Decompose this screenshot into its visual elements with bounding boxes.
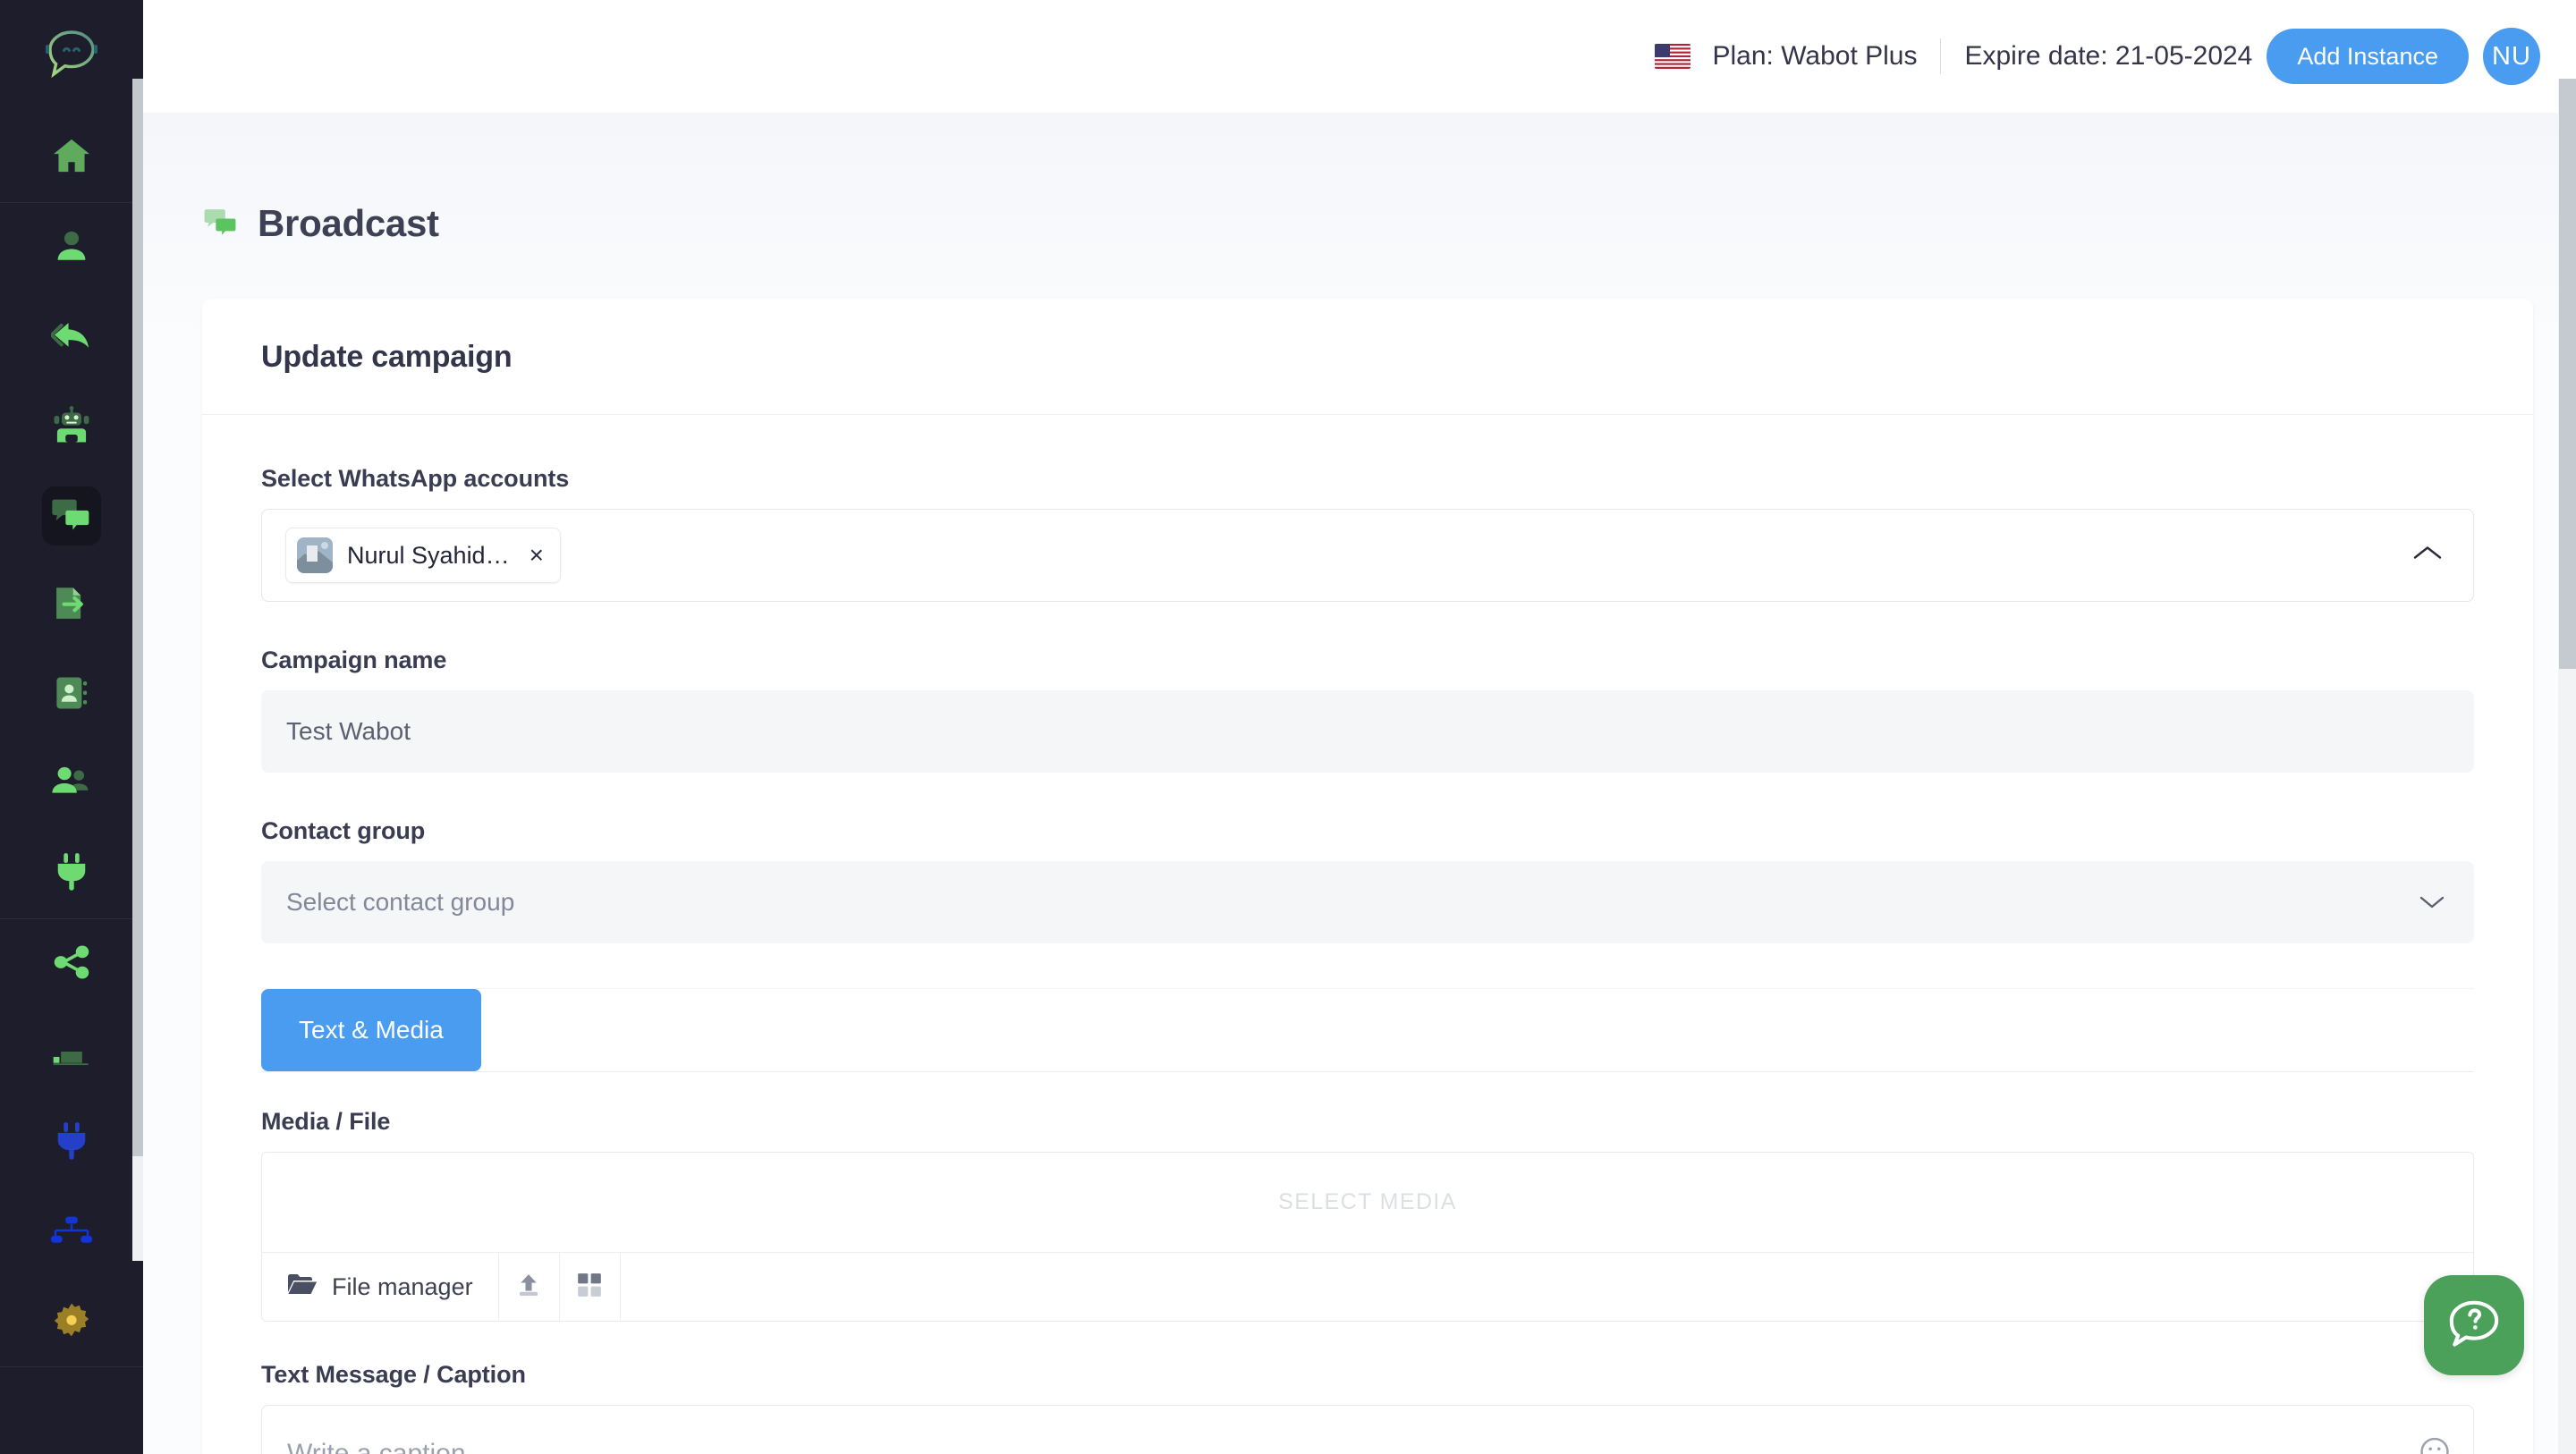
media-file-label: Media / File bbox=[261, 1108, 391, 1135]
broadcast-chat-icon bbox=[52, 496, 91, 537]
folder-open-icon bbox=[287, 1272, 318, 1302]
sidebar-item-groups[interactable] bbox=[0, 740, 143, 829]
caption-input[interactable]: Write a caption bbox=[261, 1405, 2474, 1454]
plan-label: Plan: Wabot Plus bbox=[1712, 41, 1918, 71]
sidebar-item-settings[interactable] bbox=[0, 1277, 143, 1366]
sidebar-nav bbox=[0, 113, 143, 1454]
sidebar bbox=[0, 0, 143, 1454]
chevron-up-icon[interactable] bbox=[2412, 545, 2443, 567]
message-type-tabs: Text & Media bbox=[261, 988, 2474, 1072]
sidebar-item-chatbot[interactable] bbox=[0, 382, 143, 471]
upload-button[interactable] bbox=[499, 1253, 560, 1321]
tab-text-and-media[interactable]: Text & Media bbox=[261, 989, 481, 1071]
avatar[interactable]: NU bbox=[2483, 28, 2540, 85]
sidebar-item-home[interactable] bbox=[0, 113, 143, 202]
sidebar-group-advanced bbox=[0, 919, 143, 1367]
reply-icon bbox=[49, 318, 92, 357]
plug-blue-icon bbox=[54, 1121, 89, 1165]
media-toolbar-filler bbox=[621, 1253, 2473, 1321]
sidebar-item-broadcast[interactable] bbox=[0, 471, 143, 561]
media-dropzone[interactable]: SELECT MEDIA bbox=[262, 1153, 2473, 1253]
robot-icon bbox=[52, 405, 91, 448]
grid-view-button[interactable] bbox=[560, 1253, 621, 1321]
sidebar-item-api[interactable] bbox=[0, 1098, 143, 1188]
address-book-icon bbox=[53, 674, 90, 716]
support-chat-button[interactable] bbox=[2424, 1275, 2524, 1375]
header-divider bbox=[1940, 38, 1942, 74]
contact-group-select[interactable]: Select contact group bbox=[261, 861, 2474, 943]
account-chip[interactable]: Nurul Syahid… × bbox=[285, 528, 561, 583]
media-file-box: SELECT MEDIA File manager bbox=[261, 1152, 2474, 1322]
expire-date-label: Expire date: 21-05-2024 bbox=[1964, 41, 2253, 71]
chevron-down-icon[interactable] bbox=[2419, 888, 2445, 917]
page-scrollbar-track[interactable] bbox=[2558, 79, 2576, 1454]
media-toolbar: File manager bbox=[262, 1253, 2473, 1321]
file-manager-button[interactable]: File manager bbox=[262, 1253, 499, 1321]
share-nodes-icon bbox=[52, 944, 91, 985]
card-heading: Update campaign bbox=[261, 340, 513, 374]
campaign-name-input[interactable]: Test Wabot bbox=[261, 690, 2474, 773]
sidebar-item-webhook[interactable] bbox=[0, 919, 143, 1009]
chat-question-icon bbox=[2446, 1297, 2502, 1355]
page-title-row: Broadcast bbox=[143, 113, 2576, 245]
sidebar-scrollbar-track[interactable] bbox=[132, 79, 143, 1261]
file-export-icon bbox=[52, 585, 91, 627]
close-icon[interactable]: × bbox=[530, 543, 544, 568]
plug-green-icon bbox=[54, 852, 89, 896]
page-title: Broadcast bbox=[258, 202, 439, 244]
sidebar-item-autoreply[interactable] bbox=[0, 292, 143, 382]
contact-group-value: Select contact group bbox=[286, 888, 515, 916]
broadcast-chat-icon bbox=[204, 207, 238, 241]
sitemap-icon bbox=[50, 1214, 93, 1251]
file-manager-label: File manager bbox=[332, 1272, 473, 1300]
add-instance-button[interactable]: Add Instance bbox=[2267, 29, 2469, 84]
app-root: Plan: Wabot Plus Expire date: 21-05-2024… bbox=[0, 0, 2576, 1454]
caption-label: Text Message / Caption bbox=[261, 1361, 526, 1388]
emoji-smiley-icon[interactable] bbox=[2419, 1437, 2450, 1454]
media-placeholder: SELECT MEDIA bbox=[1278, 1189, 1457, 1214]
sidebar-item-sitemap[interactable] bbox=[0, 1188, 143, 1277]
bar-chart-icon bbox=[52, 1037, 91, 1070]
users-group-icon bbox=[50, 765, 93, 805]
sidebar-item-reports[interactable] bbox=[0, 1009, 143, 1098]
campaign-name-label: Campaign name bbox=[261, 647, 447, 673]
sidebar-group-main bbox=[0, 113, 143, 203]
main-content: Broadcast Update campaign Select WhatsAp… bbox=[143, 113, 2576, 1454]
campaign-name-value: Test Wabot bbox=[286, 717, 411, 745]
card-body: Select WhatsApp accounts Nurul Syahid… ×… bbox=[202, 415, 2533, 1454]
account-chip-name: Nurul Syahid… bbox=[347, 541, 510, 569]
sidebar-scrollbar-thumb[interactable] bbox=[132, 79, 143, 1156]
sidebar-item-phonebook[interactable] bbox=[0, 650, 143, 740]
page-scrollbar-thumb[interactable] bbox=[2559, 79, 2576, 669]
caption-placeholder: Write a caption bbox=[287, 1439, 466, 1454]
user-icon bbox=[53, 227, 90, 269]
home-icon bbox=[51, 138, 92, 178]
avatar bbox=[297, 537, 333, 573]
sidebar-item-integration[interactable] bbox=[0, 829, 143, 918]
upload-icon bbox=[515, 1272, 542, 1303]
chat-bubble-logo-icon bbox=[42, 27, 101, 87]
gear-icon bbox=[53, 1301, 90, 1343]
whatsapp-accounts-select[interactable]: Nurul Syahid… × bbox=[261, 509, 2474, 602]
tabs-filler bbox=[481, 989, 2474, 1071]
us-flag-icon bbox=[1655, 44, 1691, 69]
update-campaign-card: Update campaign Select WhatsApp accounts bbox=[202, 299, 2533, 1454]
card-header: Update campaign bbox=[202, 299, 2533, 415]
sidebar-logo[interactable] bbox=[0, 0, 143, 113]
sidebar-group-tools bbox=[0, 203, 143, 919]
sidebar-item-contacts[interactable] bbox=[0, 203, 143, 292]
contact-group-label: Contact group bbox=[261, 817, 426, 844]
grid-view-icon bbox=[577, 1272, 602, 1302]
sidebar-item-export[interactable] bbox=[0, 561, 143, 650]
whatsapp-accounts-label: Select WhatsApp accounts bbox=[261, 465, 570, 492]
top-header: Plan: Wabot Plus Expire date: 21-05-2024… bbox=[143, 0, 2576, 113]
